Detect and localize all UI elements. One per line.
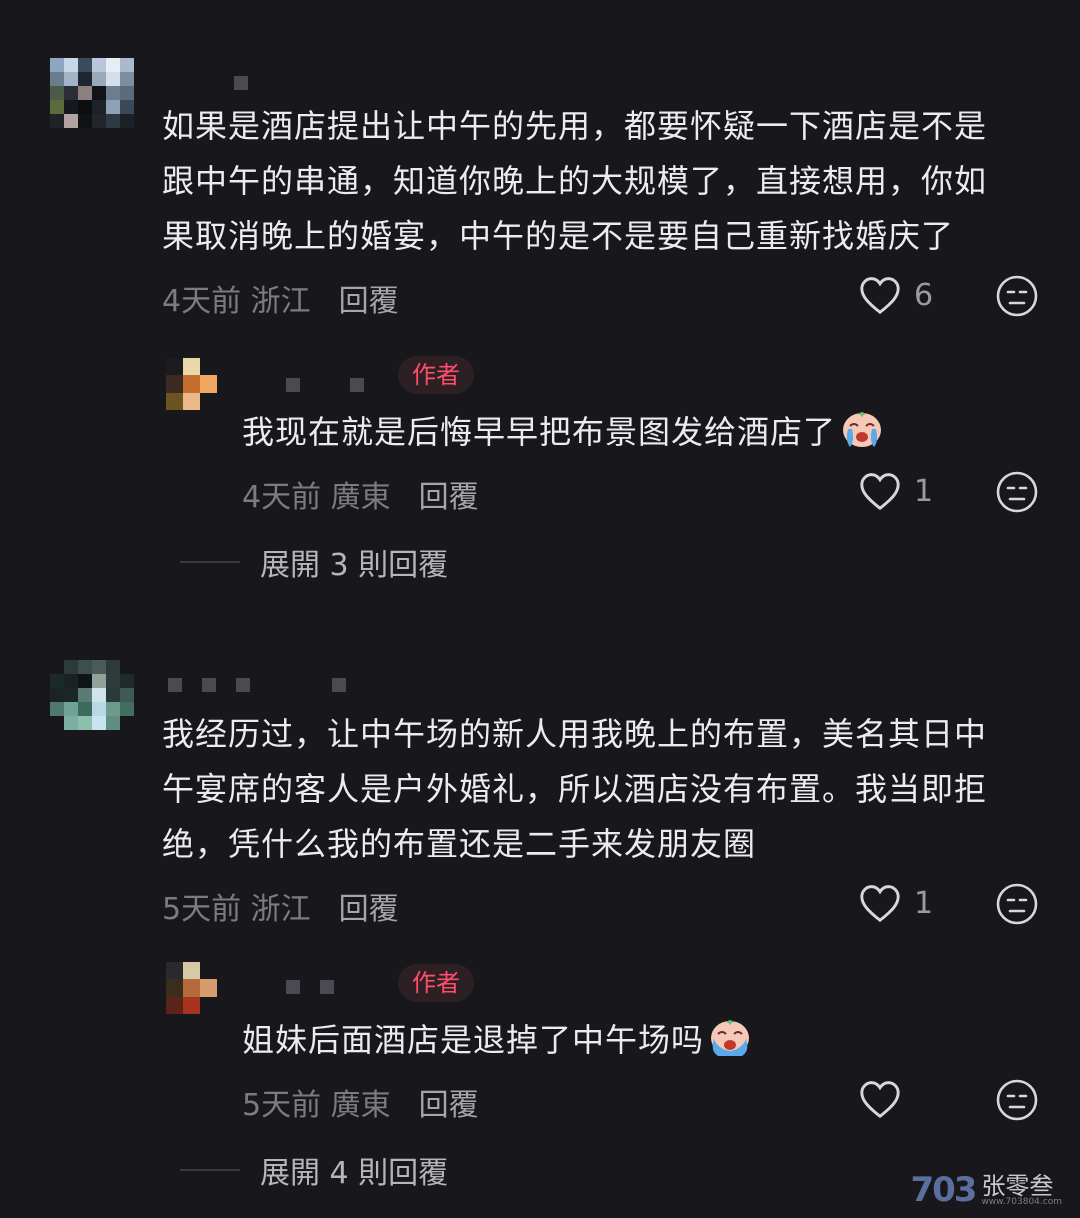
author-badge: 作者 <box>398 356 474 394</box>
comment-time-location: 5天前 浙江 <box>162 892 311 927</box>
comment-meta: 5天前 浙江 回覆 <box>162 884 399 928</box>
comment-meta: 4天前 浙江 回覆 <box>162 276 399 320</box>
avatar[interactable] <box>50 58 134 142</box>
heart-outline-icon <box>860 1081 900 1119</box>
heart-outline-icon <box>860 885 900 923</box>
expand-replies-button[interactable]: 展開 4 則回覆 <box>180 1148 448 1192</box>
reply-avatar[interactable] <box>166 962 234 1014</box>
like-count: 1 <box>914 885 934 921</box>
avatar[interactable] <box>50 660 134 744</box>
neutral-face-icon[interactable] <box>996 275 1038 317</box>
username-blurred[interactable] <box>234 76 248 90</box>
like-button[interactable]: 1 <box>858 471 933 511</box>
reply-button[interactable]: 回覆 <box>419 1080 479 1124</box>
like-button[interactable]: 6 <box>858 275 933 315</box>
divider <box>180 1169 240 1171</box>
reply-time-location: 4天前 廣東 <box>242 480 391 515</box>
like-button[interactable]: 1 <box>858 883 933 923</box>
watermark-text: 张零叁 <box>981 1171 1054 1200</box>
reply-meta: 4天前 廣東 回覆 <box>242 472 479 516</box>
divider <box>180 561 240 563</box>
reply-button[interactable]: 回覆 <box>339 276 399 320</box>
reply-body: 姐妹后面酒店是退掉了中午场吗 <box>242 1013 752 1068</box>
reply-username-blurred[interactable] <box>286 378 364 392</box>
neutral-face-icon[interactable] <box>996 471 1038 513</box>
crying-face-emoji-icon <box>843 412 882 447</box>
username-blurred[interactable] <box>168 678 346 692</box>
heart-outline-icon <box>860 473 900 511</box>
watermark-mark: 703 <box>910 1170 977 1210</box>
watermark-logo: 703 张零叁 www.703804.com <box>910 1170 1062 1210</box>
author-badge: 作者 <box>398 964 474 1002</box>
reply-meta: 5天前 廣東 回覆 <box>242 1080 479 1124</box>
reply-username-blurred[interactable] <box>286 980 334 994</box>
reply-button[interactable]: 回覆 <box>419 472 479 516</box>
expand-replies-button[interactable]: 展開 3 則回覆 <box>180 540 448 584</box>
neutral-face-icon[interactable] <box>996 1079 1038 1121</box>
reply-button[interactable]: 回覆 <box>339 884 399 928</box>
comment-time-location: 4天前 浙江 <box>162 284 311 319</box>
comment-body: 如果是酒店提出让中午的先用，都要怀疑一下酒店是不是 跟中午的串通，知道你晚上的大… <box>162 107 988 255</box>
reply-time-location: 5天前 廣東 <box>242 1088 391 1123</box>
watermark-url: www.703804.com <box>981 1196 1062 1207</box>
reply-body: 我现在就是后悔早早把布景图发给酒店了 <box>242 405 884 460</box>
like-count: 1 <box>914 473 934 509</box>
neutral-face-icon[interactable] <box>996 883 1038 925</box>
heart-outline-icon <box>860 277 900 315</box>
crying-face-emoji-icon <box>711 1020 750 1056</box>
like-count: 6 <box>914 277 934 313</box>
comment-body: 我经历过，让中午场的新人用我晚上的布置，美名其日中 午宴席的客人是户外婚礼，所以… <box>162 715 988 863</box>
reply-avatar[interactable] <box>166 358 234 410</box>
like-button[interactable] <box>858 1079 914 1119</box>
